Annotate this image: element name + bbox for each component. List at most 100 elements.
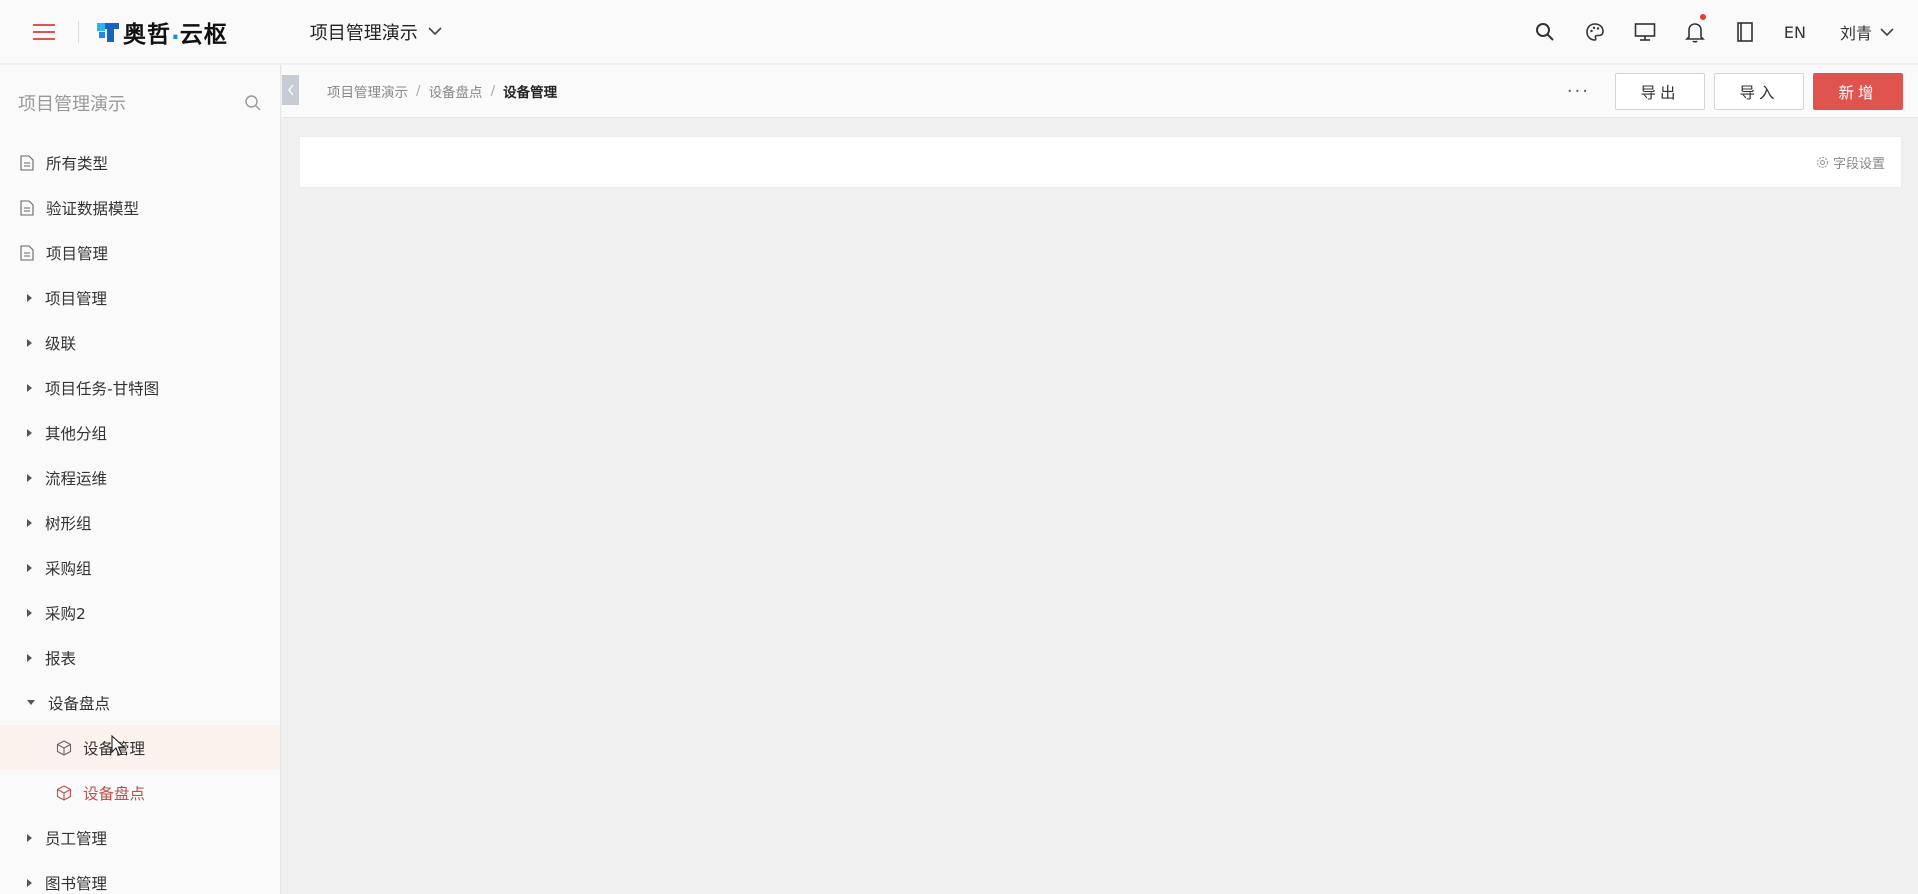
logo[interactable]: 奥哲. 云枢 bbox=[97, 0, 228, 64]
logo-mark-icon bbox=[97, 22, 119, 42]
field-settings-button[interactable]: 字段设置 bbox=[1816, 153, 1885, 172]
caret-right-icon bbox=[27, 608, 32, 617]
sidebar-item-label: 员工管理 bbox=[45, 829, 108, 848]
sidebar-item-label: 级联 bbox=[45, 334, 77, 353]
caret-right-icon bbox=[27, 428, 32, 437]
display-button[interactable] bbox=[1620, 0, 1670, 64]
sidebar-item-all-types[interactable]: 所有类型 bbox=[0, 140, 280, 185]
sidebar-item-label: 设备盘点 bbox=[48, 694, 111, 713]
export-button[interactable]: 导出 bbox=[1615, 73, 1705, 110]
sidebar-title: 项目管理演示 bbox=[18, 93, 126, 115]
breadcrumb: 项目管理演示 / 设备盘点 / 设备管理 bbox=[327, 81, 557, 101]
sidebar-item-label: 报表 bbox=[45, 649, 77, 668]
app-header: 奥哲. 云枢 项目管理演示 EN 刘青 bbox=[0, 0, 1918, 64]
sidebar-item-label: 采购组 bbox=[45, 559, 92, 578]
monitor-icon bbox=[1634, 23, 1656, 41]
sidebar-group-reports[interactable]: 报表 bbox=[0, 635, 280, 680]
sidebar-item-equipment-inventory[interactable]: 设备盘点 bbox=[0, 770, 280, 815]
breadcrumb-separator: / bbox=[416, 83, 421, 99]
sidebar-item-label: 项目任务-甘特图 bbox=[45, 379, 160, 398]
header-divider bbox=[78, 20, 79, 43]
cube-icon bbox=[56, 784, 72, 801]
user-menu[interactable]: 刘青 bbox=[1840, 20, 1894, 44]
sidebar-group-other[interactable]: 其他分组 bbox=[0, 410, 280, 455]
notification-badge bbox=[1699, 14, 1706, 20]
sidebar-header: 项目管理演示 bbox=[0, 65, 280, 140]
page-toolbar: 项目管理演示 / 设备盘点 / 设备管理 ··· 导出 导入 新增 bbox=[282, 65, 1918, 118]
toolbar-actions: ··· 导出 导入 新增 bbox=[1567, 73, 1903, 110]
sidebar-item-label: 其他分组 bbox=[45, 424, 108, 443]
sidebar-item-equipment-management[interactable]: 设备管理 bbox=[0, 725, 280, 770]
document-icon bbox=[20, 199, 36, 216]
sidebar-item-label: 树形组 bbox=[45, 514, 92, 533]
sidebar-group-books[interactable]: 图书管理 bbox=[0, 860, 280, 894]
caret-right-icon bbox=[27, 563, 32, 572]
project-selector[interactable]: 项目管理演示 bbox=[310, 19, 442, 45]
bell-icon bbox=[1684, 23, 1705, 43]
caret-right-icon bbox=[27, 653, 32, 662]
help-doc-button[interactable] bbox=[1720, 0, 1770, 64]
sidebar-item-label: 设备盘点 bbox=[83, 784, 146, 803]
caret-right-icon bbox=[27, 878, 32, 887]
caret-right-icon bbox=[27, 293, 32, 302]
chevron-down-icon bbox=[1880, 27, 1894, 36]
theme-button[interactable] bbox=[1570, 0, 1620, 64]
sidebar-item-label: 采购2 bbox=[45, 604, 86, 623]
breadcrumb-item[interactable]: 设备盘点 bbox=[429, 81, 483, 101]
breadcrumb-current: 设备管理 bbox=[503, 85, 558, 101]
notification-button[interactable] bbox=[1670, 0, 1720, 64]
sidebar: 项目管理演示 所有类型 验证数据模型 项目管理 项目管理 级联 项目任务-甘特图… bbox=[0, 65, 281, 894]
user-name: 刘青 bbox=[1839, 24, 1872, 43]
sidebar-group-workflow-ops[interactable]: 流程运维 bbox=[0, 455, 280, 500]
sidebar-item-label: 图书管理 bbox=[45, 874, 108, 893]
chevron-left-icon bbox=[287, 84, 294, 96]
caret-down-icon bbox=[27, 700, 35, 705]
main-content: 字段设置 bbox=[282, 119, 1918, 894]
caret-right-icon bbox=[27, 473, 32, 482]
document-icon bbox=[20, 154, 36, 171]
caret-right-icon bbox=[27, 833, 32, 842]
gear-icon bbox=[1816, 156, 1829, 169]
sidebar-group-purchase[interactable]: 采购组 bbox=[0, 545, 280, 590]
palette-icon bbox=[1586, 23, 1604, 41]
menu-toggle-button[interactable] bbox=[0, 0, 88, 64]
sidebar-group-equipment-inventory[interactable]: 设备盘点 bbox=[0, 680, 280, 725]
sidebar-group-tree[interactable]: 树形组 bbox=[0, 500, 280, 545]
list-panel: 字段设置 bbox=[299, 136, 1902, 188]
search-icon[interactable] bbox=[244, 94, 262, 112]
header-actions: EN 刘青 bbox=[1520, 0, 1918, 64]
caret-right-icon bbox=[27, 518, 32, 527]
sidebar-group-employees[interactable]: 员工管理 bbox=[0, 815, 280, 860]
add-button[interactable]: 新增 bbox=[1813, 73, 1903, 110]
sidebar-group-project-management[interactable]: 项目管理 bbox=[0, 275, 280, 320]
logo-dot: . bbox=[171, 18, 180, 45]
document-icon bbox=[20, 244, 36, 261]
sidebar-item-project-management[interactable]: 项目管理 bbox=[0, 230, 280, 275]
sidebar-item-label: 所有类型 bbox=[46, 154, 109, 173]
breadcrumb-separator: / bbox=[490, 83, 496, 99]
book-icon bbox=[1737, 22, 1753, 42]
sidebar-group-cascade[interactable]: 级联 bbox=[0, 320, 280, 365]
search-button[interactable] bbox=[1520, 0, 1570, 64]
chevron-down-icon bbox=[428, 27, 442, 36]
caret-right-icon bbox=[27, 338, 32, 347]
breadcrumb-item[interactable]: 项目管理演示 bbox=[327, 81, 408, 101]
caret-right-icon bbox=[27, 383, 32, 392]
sidebar-item-label: 项目管理 bbox=[46, 244, 109, 263]
project-name: 项目管理演示 bbox=[309, 22, 418, 44]
sidebar-item-label: 流程运维 bbox=[45, 469, 108, 488]
language-switch[interactable]: EN bbox=[1784, 23, 1806, 42]
sidebar-item-label: 项目管理 bbox=[45, 289, 108, 308]
field-settings-label: 字段设置 bbox=[1832, 157, 1885, 172]
hamburger-icon bbox=[33, 23, 55, 40]
logo-text: 奥哲 bbox=[123, 21, 171, 48]
sidebar-item-validate-model[interactable]: 验证数据模型 bbox=[0, 185, 280, 230]
sidebar-collapse-button[interactable] bbox=[282, 75, 299, 105]
import-button[interactable]: 导入 bbox=[1714, 73, 1804, 110]
sidebar-group-gantt[interactable]: 项目任务-甘特图 bbox=[0, 365, 280, 410]
cube-icon bbox=[56, 739, 72, 756]
sidebar-group-purchase-2[interactable]: 采购2 bbox=[0, 590, 280, 635]
mouse-cursor-icon bbox=[111, 735, 125, 756]
more-button[interactable]: ··· bbox=[1567, 81, 1590, 102]
search-icon bbox=[1535, 23, 1554, 41]
